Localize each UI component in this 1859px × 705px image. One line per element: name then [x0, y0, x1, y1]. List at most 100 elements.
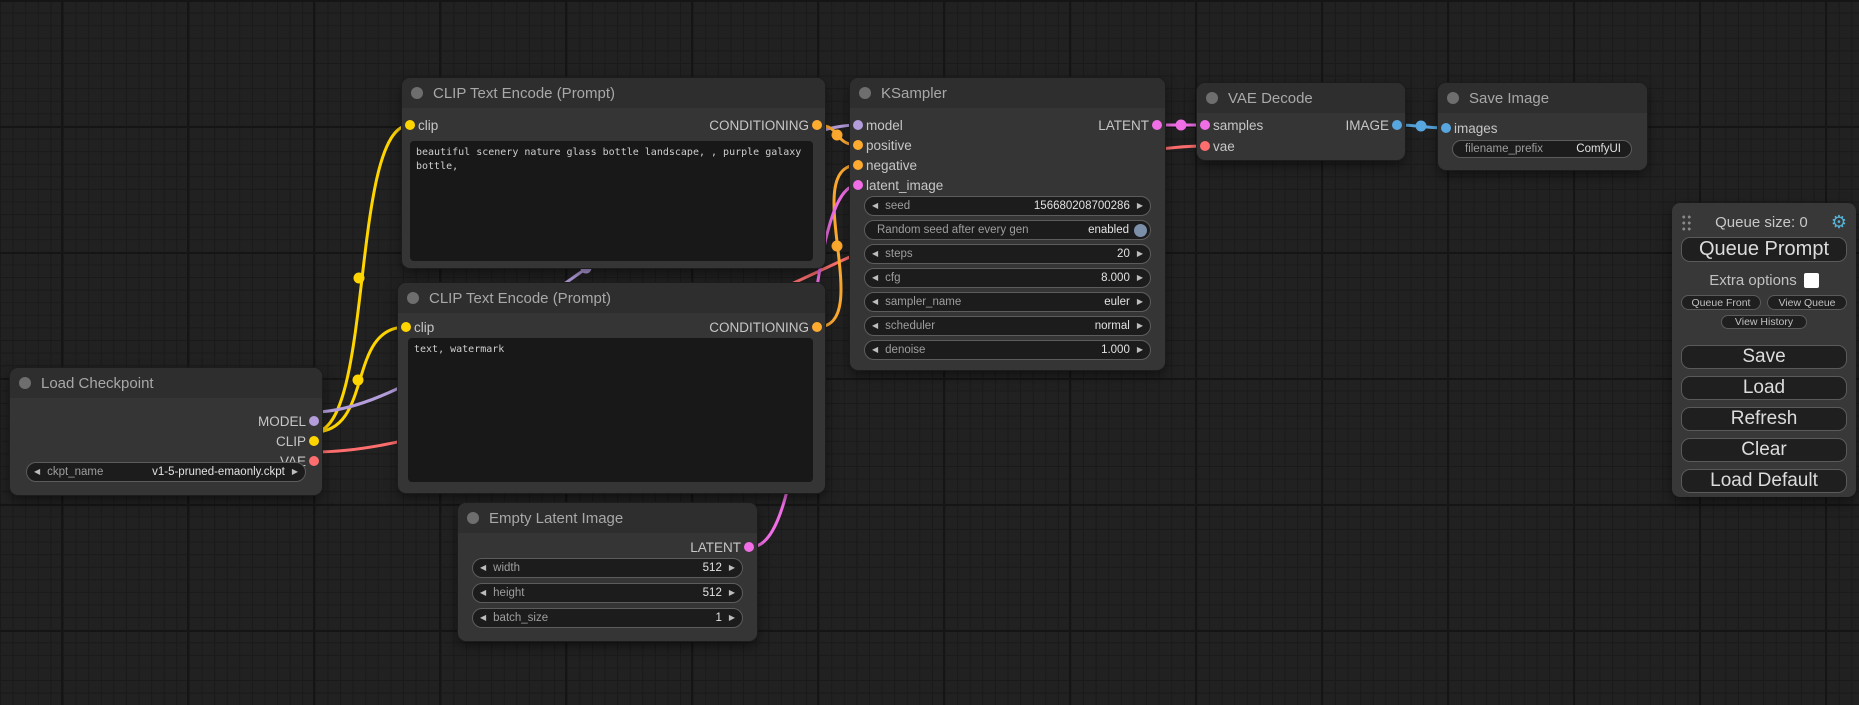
drag-handle-icon[interactable] — [1681, 214, 1692, 231]
image-port-icon[interactable] — [1392, 120, 1402, 130]
node-title-bar[interactable]: Save Image — [1438, 83, 1647, 113]
conditioning-port-icon[interactable] — [853, 160, 863, 170]
prompt-textarea[interactable]: text, watermark — [408, 338, 813, 482]
output-slot-latent: LATENT — [1098, 116, 1149, 134]
clip-port-icon[interactable] — [405, 120, 415, 130]
vae-port-icon[interactable] — [1200, 141, 1210, 151]
ckpt-name-widget[interactable]: ◀ ckpt_name v1-5-pruned-emaonly.ckpt ▶ — [26, 462, 306, 482]
latent-port-icon[interactable] — [853, 180, 863, 190]
right-arrow-icon[interactable]: ▶ — [722, 564, 742, 572]
node-title: Empty Latent Image — [489, 510, 623, 527]
left-arrow-icon[interactable]: ◀ — [473, 614, 493, 622]
node-load-checkpoint[interactable]: Load Checkpoint MODEL CLIP VAE ◀ ckpt_na… — [10, 368, 322, 495]
node-title: KSampler — [881, 85, 947, 102]
settings-gear-icon[interactable]: ⚙ — [1831, 213, 1847, 231]
wire-dot — [832, 130, 843, 141]
view-history-button[interactable]: View History — [1721, 315, 1807, 329]
latent-port-icon[interactable] — [1152, 120, 1162, 130]
vae-port-icon[interactable] — [309, 456, 319, 466]
output-slot-model: MODEL — [258, 412, 306, 430]
model-port-icon[interactable] — [853, 120, 863, 130]
collapse-dot-icon[interactable] — [407, 292, 419, 304]
width-widget[interactable]: ◀ width 512 ▶ — [472, 558, 743, 578]
left-arrow-icon[interactable]: ◀ — [27, 468, 47, 476]
node-save-image[interactable]: Save Image images filename_prefix ComfyU… — [1438, 83, 1647, 170]
collapse-dot-icon[interactable] — [1206, 92, 1218, 104]
right-arrow-icon[interactable]: ▶ — [722, 589, 742, 597]
view-queue-button[interactable]: View Queue — [1767, 295, 1847, 310]
toggle-icon[interactable] — [1134, 224, 1147, 237]
node-title-bar[interactable]: VAE Decode — [1197, 83, 1405, 113]
save-button[interactable]: Save — [1681, 345, 1847, 369]
node-title-bar[interactable]: KSampler — [850, 78, 1165, 108]
conditioning-port-icon[interactable] — [812, 120, 822, 130]
conditioning-port-icon[interactable] — [853, 140, 863, 150]
queue-prompt-button[interactable]: Queue Prompt — [1681, 237, 1847, 262]
wire-dot — [1416, 121, 1427, 132]
refresh-button[interactable]: Refresh — [1681, 407, 1847, 431]
node-title-bar[interactable]: CLIP Text Encode (Prompt) — [398, 283, 825, 313]
left-arrow-icon[interactable]: ◀ — [473, 589, 493, 597]
left-arrow-icon[interactable]: ◀ — [865, 274, 885, 282]
right-arrow-icon[interactable]: ▶ — [1130, 298, 1150, 306]
node-title: VAE Decode — [1228, 90, 1313, 107]
queue-front-button[interactable]: Queue Front — [1681, 295, 1761, 310]
collapse-dot-icon[interactable] — [467, 512, 479, 524]
right-arrow-icon[interactable]: ▶ — [285, 468, 305, 476]
conditioning-port-icon[interactable] — [812, 322, 822, 332]
right-arrow-icon[interactable]: ▶ — [1130, 250, 1150, 258]
height-widget[interactable]: ◀ height 512 ▶ — [472, 583, 743, 603]
random-seed-toggle-widget[interactable]: Random seed after every gen enabled — [864, 220, 1151, 240]
seed-widget[interactable]: ◀ seed 156680208700286 ▶ — [864, 196, 1151, 216]
input-slot-clip: clip — [418, 116, 438, 134]
collapse-dot-icon[interactable] — [411, 87, 423, 99]
left-arrow-icon[interactable]: ◀ — [473, 564, 493, 572]
right-arrow-icon[interactable]: ▶ — [1130, 202, 1150, 210]
left-arrow-icon[interactable]: ◀ — [865, 298, 885, 306]
cfg-widget[interactable]: ◀ cfg 8.000 ▶ — [864, 268, 1151, 288]
model-port-icon[interactable] — [309, 416, 319, 426]
image-port-icon[interactable] — [1441, 123, 1451, 133]
node-ksampler[interactable]: KSampler model positive negative latent_… — [850, 78, 1165, 370]
node-clip-text-encode-negative[interactable]: CLIP Text Encode (Prompt) clip CONDITION… — [398, 283, 825, 493]
collapse-dot-icon[interactable] — [19, 377, 31, 389]
collapse-dot-icon[interactable] — [859, 87, 871, 99]
batch-size-widget[interactable]: ◀ batch_size 1 ▶ — [472, 608, 743, 628]
clear-button[interactable]: Clear — [1681, 438, 1847, 462]
sampler-name-widget[interactable]: ◀ sampler_name euler ▶ — [864, 292, 1151, 312]
extra-options-checkbox[interactable] — [1804, 273, 1819, 288]
node-title-bar[interactable]: Load Checkpoint — [10, 368, 322, 398]
left-arrow-icon[interactable]: ◀ — [865, 322, 885, 330]
wire-dot — [354, 273, 365, 284]
scheduler-widget[interactable]: ◀ scheduler normal ▶ — [864, 316, 1151, 336]
input-slot-negative: negative — [866, 156, 917, 174]
prompt-textarea[interactable]: beautiful scenery nature glass bottle la… — [410, 141, 813, 261]
node-clip-text-encode-positive[interactable]: CLIP Text Encode (Prompt) clip CONDITION… — [402, 78, 825, 268]
wire-dot — [353, 375, 364, 386]
left-arrow-icon[interactable]: ◀ — [865, 250, 885, 258]
left-arrow-icon[interactable]: ◀ — [865, 346, 885, 354]
node-title-bar[interactable]: Empty Latent Image — [458, 503, 757, 533]
input-slot-latent-image: latent_image — [866, 176, 943, 194]
right-arrow-icon[interactable]: ▶ — [722, 614, 742, 622]
node-title-bar[interactable]: CLIP Text Encode (Prompt) — [402, 78, 825, 108]
load-default-button[interactable]: Load Default — [1681, 469, 1847, 493]
load-button[interactable]: Load — [1681, 376, 1847, 400]
right-arrow-icon[interactable]: ▶ — [1130, 322, 1150, 330]
steps-widget[interactable]: ◀ steps 20 ▶ — [864, 244, 1151, 264]
right-arrow-icon[interactable]: ▶ — [1130, 274, 1150, 282]
node-vae-decode[interactable]: VAE Decode samples vae IMAGE — [1197, 83, 1405, 160]
clip-port-icon[interactable] — [401, 322, 411, 332]
node-empty-latent-image[interactable]: Empty Latent Image LATENT ◀ width 512 ▶ … — [458, 503, 757, 641]
node-graph-canvas[interactable]: Load Checkpoint MODEL CLIP VAE ◀ ckpt_na… — [0, 0, 1859, 705]
clip-port-icon[interactable] — [309, 436, 319, 446]
right-arrow-icon[interactable]: ▶ — [1130, 346, 1150, 354]
input-slot-model: model — [866, 116, 903, 134]
collapse-dot-icon[interactable] — [1447, 92, 1459, 104]
input-slot-images: images — [1454, 119, 1498, 137]
filename-prefix-widget[interactable]: filename_prefix ComfyUI — [1452, 140, 1632, 158]
latent-port-icon[interactable] — [744, 542, 754, 552]
left-arrow-icon[interactable]: ◀ — [865, 202, 885, 210]
latent-port-icon[interactable] — [1200, 120, 1210, 130]
denoise-widget[interactable]: ◀ denoise 1.000 ▶ — [864, 340, 1151, 360]
